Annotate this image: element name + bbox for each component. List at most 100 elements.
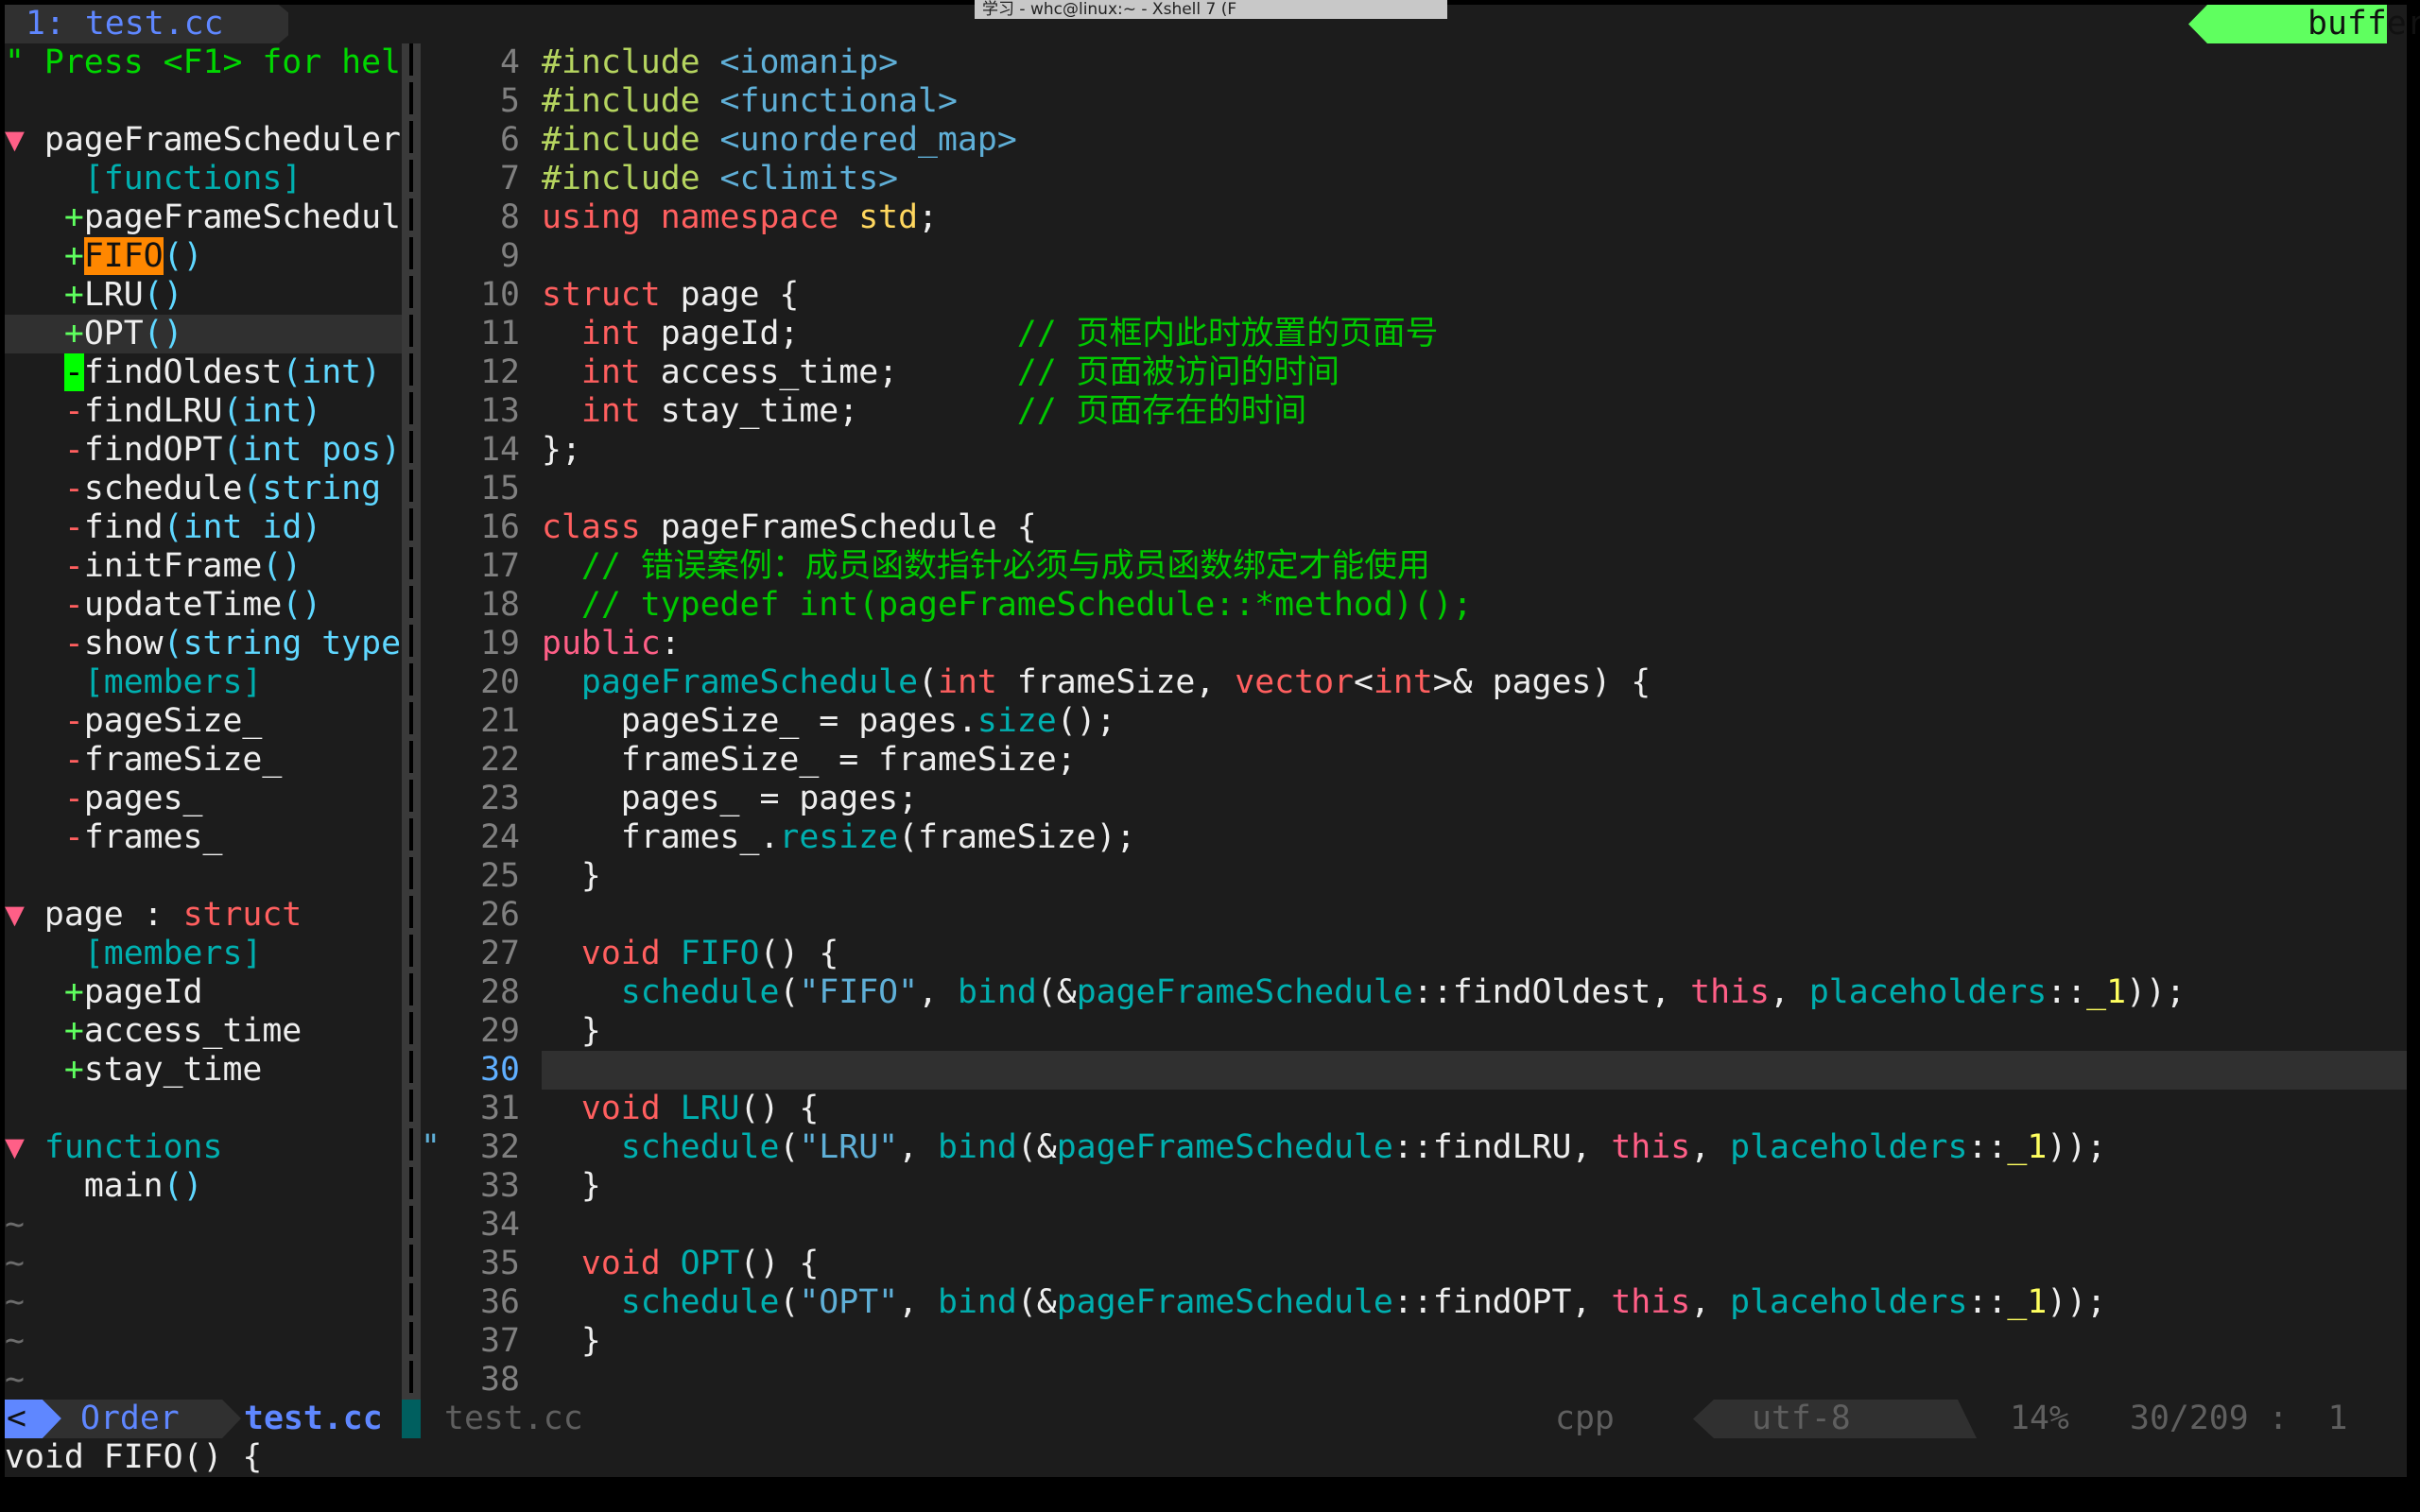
sidebar-token: find — [83, 508, 164, 546]
sidebar-item[interactable]: ▼ page : struct — [5, 896, 302, 935]
code-line[interactable]: int stay_time; // 页面存在的时间 — [542, 392, 1306, 431]
code-line[interactable]: pages_ = pages; — [542, 780, 918, 818]
sidebar-token: ~ — [5, 1206, 25, 1244]
sidebar-item[interactable]: -findLRU(int) — [5, 392, 321, 431]
sidebar-token: findOPT — [83, 431, 223, 469]
sidebar-item[interactable]: -frames_ — [5, 818, 223, 857]
code-line[interactable]: }; — [542, 431, 581, 470]
line-number: 25 — [480, 857, 520, 895]
sidebar-token: - — [63, 780, 84, 817]
code-token: :: — [2047, 973, 2087, 1011]
sidebar-item[interactable]: [members] — [5, 663, 263, 702]
code-line[interactable]: void OPT() { — [542, 1245, 819, 1283]
code-token: schedule — [542, 1283, 780, 1321]
code-line[interactable]: } — [542, 1322, 601, 1361]
sidebar-item[interactable]: +OPT() — [5, 315, 183, 353]
code-line[interactable]: struct page { — [542, 276, 799, 315]
code-line[interactable]: using namespace std; — [542, 198, 938, 237]
code-line[interactable]: // typedef int(pageFrameSchedule::*metho… — [542, 586, 1473, 625]
sidebar-item[interactable]: ~ — [5, 1322, 25, 1361]
code-token: _1 — [2086, 973, 2127, 1011]
code-token: class — [542, 508, 661, 546]
code-token: placeholders — [1730, 1283, 1968, 1321]
code-line[interactable]: int access_time; // 页面被访问的时间 — [542, 353, 1340, 392]
sidebar-item[interactable]: +pageFrameSchedul — [5, 198, 401, 237]
code-token: void — [542, 1090, 681, 1127]
status-section-order: Order — [43, 1400, 241, 1438]
sidebar-item[interactable]: -initFrame() — [5, 547, 302, 586]
code-token: int — [1373, 663, 1433, 701]
sidebar-item[interactable]: ▼ functions " — [5, 1128, 441, 1167]
code-token: this — [1690, 973, 1770, 1011]
sidebar-item[interactable]: -schedule(string — [5, 470, 381, 508]
sidebar-token: access_time — [83, 1012, 302, 1050]
sidebar-item[interactable]: [members] — [5, 935, 263, 973]
sidebar-item[interactable]: +stay_time — [5, 1051, 263, 1090]
code-line[interactable]: frameSize_ = frameSize; — [542, 741, 1077, 780]
code-line[interactable]: void LRU() { — [542, 1090, 819, 1128]
code-token: std — [858, 198, 919, 236]
code-line[interactable]: } — [542, 857, 601, 896]
sidebar-item[interactable]: ~ — [5, 1361, 25, 1400]
code-token: (& — [1016, 1128, 1057, 1166]
code-line[interactable]: #include <functional> — [542, 82, 958, 121]
sidebar-item[interactable]: [functions] — [5, 160, 302, 198]
sidebar-item[interactable]: +pageId — [5, 973, 203, 1012]
code-line[interactable]: class pageFrameSchedule { — [542, 508, 1037, 547]
code-line[interactable]: void FIFO() { — [542, 935, 838, 973]
line-number: 16 — [480, 508, 520, 546]
sidebar-item[interactable]: " Press <F1> for hel — [5, 43, 401, 82]
line-number: 14 — [480, 431, 520, 469]
sidebar-item[interactable]: +FIFO() — [5, 237, 203, 276]
sidebar-item[interactable]: -findOPT(int pos) — [5, 431, 401, 470]
code-token: () { — [759, 935, 839, 972]
sidebar-item[interactable]: +LRU() — [5, 276, 183, 315]
sidebar-item[interactable]: ~ — [5, 1206, 25, 1245]
code-token: "FIFO" — [799, 973, 919, 1011]
sidebar-item[interactable]: ~ — [5, 1283, 25, 1322]
sidebar-item[interactable]: main() — [5, 1167, 203, 1206]
sidebar-item[interactable]: -frameSize_ — [5, 741, 282, 780]
sidebar-item[interactable]: -pageSize_ — [5, 702, 263, 741]
sidebar-token: functions — [43, 1128, 223, 1166]
code-line[interactable]: schedule("LRU", bind(&pageFrameSchedule:… — [542, 1128, 2106, 1167]
line-number: 28 — [480, 973, 520, 1011]
code-line[interactable]: schedule("FIFO", bind(&pageFrameSchedule… — [542, 973, 2186, 1012]
code-line[interactable]: #include <climits> — [542, 160, 898, 198]
code-line[interactable]: } — [542, 1167, 601, 1206]
sidebar-token — [5, 547, 64, 585]
code-token: ::findOPT, — [1392, 1283, 1612, 1321]
sidebar-item[interactable]: ▼ pageFrameScheduler — [5, 121, 401, 160]
sidebar-token: pages_ — [83, 780, 203, 817]
code-line[interactable]: pageFrameSchedule(int frameSize, vector<… — [542, 663, 1651, 702]
sidebar-token: (int) — [222, 392, 322, 430]
tab-label[interactable]: 1: test.cc — [26, 5, 224, 43]
code-line[interactable]: #include <unordered_map> — [542, 121, 1017, 160]
code-line[interactable]: frames_.resize(frameSize); — [542, 818, 1136, 857]
sidebar-token: - — [63, 702, 84, 740]
code-token: ( — [779, 973, 800, 1011]
sidebar-item[interactable]: -find(int id) — [5, 508, 321, 547]
window-separator[interactable] — [402, 43, 421, 1400]
xshell-title-overlay[interactable]: 学习 - whc@linux:~ - Xshell 7 (F — [975, 0, 1447, 19]
command-line[interactable]: void FIFO() { — [5, 1438, 262, 1477]
sidebar-item[interactable]: ~ — [5, 1245, 25, 1283]
code-line[interactable]: } — [542, 1012, 601, 1051]
code-token: <functional> — [719, 82, 958, 120]
code-line[interactable]: public: — [542, 625, 681, 663]
code-line[interactable]: int pageId; // 页框内此时放置的页面号 — [542, 315, 1439, 353]
code-line[interactable]: // 错误案例：成员函数指针必须与成员函数绑定才能使用 — [542, 547, 1430, 586]
code-line[interactable]: schedule("OPT", bind(&pageFrameSchedule:… — [542, 1283, 2106, 1322]
code-token: , — [918, 973, 958, 1011]
code-token: void — [542, 1245, 681, 1282]
sidebar-item[interactable]: +access_time — [5, 1012, 302, 1051]
code-line[interactable]: #include <iomanip> — [542, 43, 898, 82]
code-token: void — [542, 935, 681, 972]
sidebar-item[interactable]: -show(string type — [5, 625, 401, 663]
sidebar-item[interactable]: -pages_ — [5, 780, 203, 818]
code-token: ( — [779, 1128, 800, 1166]
sidebar-token: pageFrameSchedul — [83, 198, 402, 236]
code-line[interactable]: pageSize_ = pages.size(); — [542, 702, 1116, 741]
sidebar-item[interactable]: -findOldest(int) — [5, 353, 381, 392]
sidebar-item[interactable]: -updateTime() — [5, 586, 321, 625]
